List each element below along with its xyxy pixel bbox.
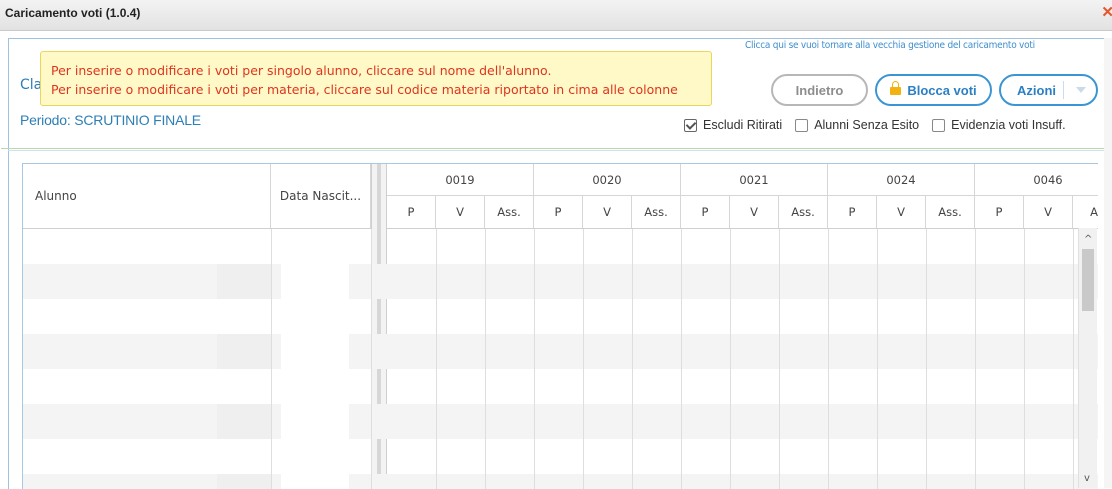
column-gridline bbox=[681, 229, 682, 489]
birthdate-cell bbox=[281, 264, 349, 299]
tooltip-line-1: Per inserire o modificare i voti per sin… bbox=[51, 63, 552, 78]
tooltip-line-2: Per inserire o modificare i voti per mat… bbox=[51, 82, 678, 97]
subcolumn-header: V bbox=[1024, 196, 1073, 228]
filter-checkboxes: Escludi Ritirati Alunni Senza Esito Evid… bbox=[684, 118, 1066, 132]
column-gridline bbox=[371, 229, 372, 489]
scroll-down-icon[interactable]: v bbox=[1084, 474, 1090, 484]
subject-header-0020[interactable]: 0020 bbox=[534, 164, 681, 196]
table-row[interactable] bbox=[23, 369, 1098, 404]
highlight-insufficient-checkbox[interactable]: Evidenzia voti Insuff. bbox=[932, 118, 1066, 132]
table-row[interactable] bbox=[23, 334, 1098, 369]
column-gridline bbox=[828, 229, 829, 489]
lock-icon bbox=[890, 81, 902, 95]
header-divider bbox=[1, 148, 1104, 149]
column-gridline bbox=[534, 229, 535, 489]
header-divider-blue bbox=[8, 150, 1104, 151]
column-gridline bbox=[583, 229, 584, 489]
student-cell-edge bbox=[217, 264, 271, 299]
scroll-thumb[interactable] bbox=[1082, 249, 1094, 311]
subject-header-0046[interactable]: 0046 bbox=[975, 164, 1098, 196]
column-gridline bbox=[1024, 229, 1025, 489]
column-gridline bbox=[975, 229, 976, 489]
subcolumn-header: V bbox=[436, 196, 485, 228]
birthdate-cell bbox=[281, 334, 349, 369]
lock-grades-button[interactable]: Blocca voti bbox=[875, 74, 992, 106]
subcolumn-header: P bbox=[975, 196, 1024, 228]
help-tooltip: Per inserire o modificare i voti per sin… bbox=[40, 51, 712, 106]
table-row[interactable] bbox=[23, 264, 1098, 299]
birthdate-cell bbox=[281, 404, 349, 439]
checkbox-icon[interactable] bbox=[795, 118, 809, 132]
table-row[interactable] bbox=[23, 404, 1098, 439]
old-management-link[interactable]: Clicca qui se vuoi tornare alla vecchia … bbox=[745, 40, 1035, 51]
class-label: Cla bbox=[20, 77, 43, 93]
column-gridline bbox=[877, 229, 878, 489]
student-cell-edge bbox=[217, 334, 271, 369]
subcolumn-header: V bbox=[877, 196, 926, 228]
subcolumn-header: V bbox=[583, 196, 632, 228]
column-gridline bbox=[485, 229, 486, 489]
chevron-down-icon[interactable] bbox=[1076, 87, 1086, 93]
column-gridline bbox=[1073, 229, 1074, 489]
grid-body bbox=[23, 229, 1098, 489]
column-gridline bbox=[436, 229, 437, 489]
period-label: Periodo: SCRUTINIO FINALE bbox=[20, 112, 201, 128]
lock-grades-label: Blocca voti bbox=[907, 82, 977, 98]
column-gridline bbox=[730, 229, 731, 489]
column-gridline bbox=[632, 229, 633, 489]
students-without-outcome-checkbox[interactable]: Alunni Senza Esito bbox=[795, 118, 919, 132]
back-button[interactable]: Indietro bbox=[771, 74, 868, 106]
subcolumn-header: Ass. bbox=[632, 196, 681, 228]
close-icon[interactable]: ✕ bbox=[1101, 5, 1112, 20]
grades-grid: Alunno Data Nascit... 0019 P V Ass. 0020 P V As… bbox=[22, 163, 1098, 489]
back-button-label: Indietro bbox=[795, 82, 844, 98]
subcolumn-header: Ass. bbox=[779, 196, 828, 228]
subcolumn-header: V bbox=[730, 196, 779, 228]
grid-header: Alunno Data Nascit... 0019 P V Ass. 0020 P V As… bbox=[23, 164, 1098, 229]
checkbox-icon[interactable] bbox=[932, 118, 946, 132]
subcolumn-header: P bbox=[681, 196, 730, 228]
students-without-outcome-label: Alunni Senza Esito bbox=[814, 118, 920, 132]
exclude-withdrawn-label: Escludi Ritirati bbox=[703, 118, 783, 132]
birthdate-cell bbox=[281, 474, 349, 489]
page-scrollbar[interactable] bbox=[1104, 38, 1112, 488]
actions-button[interactable]: Azioni bbox=[999, 74, 1098, 106]
window-title: Caricamento voti (1.0.4) bbox=[5, 6, 141, 20]
subcolumn-header: P bbox=[828, 196, 877, 228]
highlight-insufficient-label: Evidenzia voti Insuff. bbox=[951, 118, 1066, 132]
subcolumn-header: P bbox=[534, 196, 583, 228]
actions-separator bbox=[1063, 81, 1064, 99]
window-titlebar: Caricamento voti (1.0.4) ✕ bbox=[0, 0, 1112, 31]
student-cell-edge bbox=[217, 404, 271, 439]
scroll-up-icon[interactable]: ^ bbox=[1084, 235, 1092, 245]
column-gridline bbox=[271, 229, 272, 489]
subcolumn-header: Ass. bbox=[485, 196, 534, 228]
subcolumn-header: Ass. bbox=[926, 196, 975, 228]
column-header-birthdate[interactable]: Data Nascit... bbox=[271, 164, 371, 228]
table-row[interactable] bbox=[23, 474, 1098, 489]
table-row[interactable] bbox=[23, 229, 1098, 264]
subject-header-0021[interactable]: 0021 bbox=[681, 164, 828, 196]
student-cell-edge bbox=[217, 474, 271, 489]
column-header-student-label: Alunno bbox=[35, 189, 77, 203]
exclude-withdrawn-checkbox[interactable]: Escludi Ritirati bbox=[684, 118, 782, 132]
subcolumn-header: P bbox=[387, 196, 436, 228]
table-row[interactable] bbox=[23, 299, 1098, 334]
column-gridline bbox=[926, 229, 927, 489]
subject-header-0024[interactable]: 0024 bbox=[828, 164, 975, 196]
grid-scrollbar[interactable]: ^ v bbox=[1078, 228, 1097, 488]
column-header-birthdate-label: Data Nascit... bbox=[279, 189, 362, 203]
actions-label: Azioni bbox=[1017, 82, 1056, 98]
checkbox-icon[interactable] bbox=[684, 118, 697, 132]
subject-header-0019[interactable]: 0019 bbox=[387, 164, 534, 196]
subcolumn-header: As bbox=[1073, 196, 1098, 228]
column-header-student[interactable]: Alunno bbox=[23, 164, 271, 228]
table-row[interactable] bbox=[23, 439, 1098, 474]
column-gridline bbox=[779, 229, 780, 489]
